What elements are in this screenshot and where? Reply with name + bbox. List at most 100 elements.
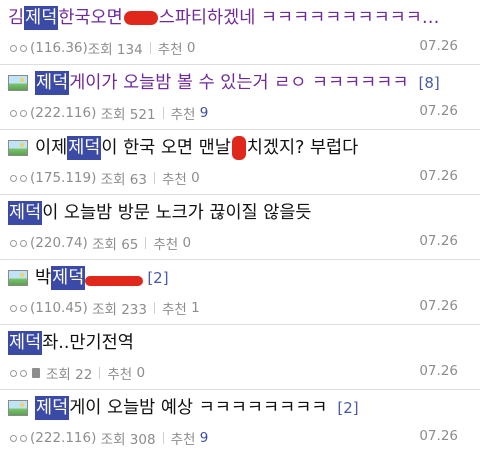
writer-ip: (220.74) — [30, 235, 88, 251]
title-text: 이 오늘밤 방문 노크가 끊이질 않을듯 — [42, 203, 312, 223]
user-icon — [10, 44, 17, 52]
list-item[interactable]: 제덕 좌..만기전역 조회 22 추천 0 07.26 — [0, 325, 480, 390]
title-prefix: 이제 — [35, 138, 68, 158]
title-text: 게이 오늘밤 예상 ㅋㅋㅋㅋㅋㅋㅋㅋ — [69, 398, 328, 418]
recommend-count: 0 — [182, 235, 192, 251]
comment-count[interactable]: [8] — [418, 71, 439, 95]
recommend-label: 추천 — [161, 172, 187, 188]
list-item[interactable]: 제덕 이 오늘밤 방문 노크가 끊이질 않을듯 (220.74) 조회 65 추… — [0, 195, 480, 260]
title-text-end: 스파티하겠네 ㅋㅋㅋㅋㅋㅋㅋㅋㅋㅋ… — [158, 8, 440, 28]
writer-ip: (116.36) — [30, 40, 88, 56]
post-date: 07.26 — [419, 298, 458, 314]
redaction-mark — [85, 276, 144, 286]
post-title[interactable]: 제덕 좌..만기전역 — [8, 331, 134, 355]
image-attachment-icon — [8, 270, 28, 286]
user-icon — [20, 434, 27, 442]
search-highlight: 제덕 — [35, 396, 70, 420]
redaction-mark — [231, 136, 246, 160]
writer-ip: (175.119) — [30, 170, 97, 186]
user-icon — [20, 174, 27, 182]
view-count: 조회 65 — [92, 237, 139, 253]
comment-count[interactable]: [2] — [337, 396, 358, 420]
recommend-label: 추천 — [153, 237, 179, 253]
search-highlight: 제덕 — [51, 266, 86, 290]
post-title[interactable]: 이제 제덕 이 한국 오면 맨날 치겠지? 부럽다 — [8, 136, 358, 160]
list-item[interactable]: 김 제덕 한국오면 스파티하겠네 ㅋㅋㅋㅋㅋㅋㅋㅋㅋㅋ… (116.36) 조회… — [0, 0, 480, 65]
post-date: 07.26 — [419, 363, 458, 379]
post-title[interactable]: 박 제덕 [2] — [8, 266, 169, 290]
recommend-label: 추천 — [161, 302, 187, 318]
list-item[interactable]: 이제 제덕 이 한국 오면 맨날 치겠지? 부럽다 (175.119) 조회 6… — [0, 130, 480, 195]
user-icon — [10, 369, 17, 377]
list-item[interactable]: 박 제덕 [2] (110.45) 조회 233 추천 1 07.26 — [0, 260, 480, 325]
recommend-label: 추천 — [170, 107, 196, 123]
user-icon — [10, 239, 17, 247]
divider — [153, 172, 155, 184]
post-date: 07.26 — [419, 428, 458, 444]
post-list: 김 제덕 한국오면 스파티하겠네 ㅋㅋㅋㅋㅋㅋㅋㅋㅋㅋ… (116.36) 조회… — [0, 0, 480, 456]
recommend-count: 0 — [186, 40, 196, 56]
divider — [99, 367, 101, 379]
view-count: 조회 308 — [100, 432, 156, 448]
title-text: 게이가 오늘밤 볼 수 있는거 ㄹㅇ ㅋㅋㅋㅋㅋㅋ — [69, 73, 409, 93]
recommend-count: 1 — [191, 300, 200, 316]
user-icon — [10, 174, 17, 182]
view-count: 조회 233 — [92, 302, 147, 318]
list-item[interactable]: 제덕 게이가 오늘밤 볼 수 있는거 ㄹㅇ ㅋㅋㅋㅋㅋㅋ [8] (222.11… — [0, 65, 480, 130]
writer-ip: (222.116) — [30, 430, 97, 446]
post-meta: (222.116) 조회 308 추천 9 — [10, 428, 208, 448]
image-attachment-icon — [8, 140, 28, 156]
user-icon — [20, 239, 27, 247]
post-title[interactable]: 제덕 이 오늘밤 방문 노크가 끊이질 않을듯 — [8, 201, 312, 225]
recommend-label: 추천 — [157, 42, 183, 58]
user-icon — [20, 109, 27, 117]
user-icon — [10, 304, 17, 312]
search-highlight: 제덕 — [8, 201, 43, 225]
recommend-count: 0 — [191, 170, 200, 186]
user-icon — [20, 304, 27, 312]
title-prefix: 박 — [35, 268, 52, 288]
post-date: 07.26 — [419, 233, 458, 249]
divider — [162, 107, 164, 119]
post-title[interactable]: 제덕 게이 오늘밤 예상 ㅋㅋㅋㅋㅋㅋㅋㅋ [2] — [8, 396, 359, 420]
post-title[interactable]: 김 제덕 한국오면 스파티하겠네 ㅋㅋㅋㅋㅋㅋㅋㅋㅋㅋ… — [8, 6, 439, 30]
writer-ip: (110.45) — [30, 300, 88, 316]
writer-ip: (222.116) — [30, 105, 97, 121]
user-icon — [10, 434, 17, 442]
recommend-count: 0 — [136, 365, 146, 381]
recommend-label: 추천 — [170, 432, 196, 448]
image-attachment-icon — [8, 400, 28, 416]
post-meta: 조회 22 추천 0 — [10, 363, 145, 383]
divider — [153, 302, 155, 314]
search-highlight: 제덕 — [24, 6, 59, 30]
title-text-end: 치겠지? 부럽다 — [246, 138, 359, 158]
mobile-icon — [32, 368, 40, 378]
comment-count[interactable]: [2] — [147, 266, 168, 290]
post-meta: (110.45) 조회 233 추천 1 — [10, 298, 200, 318]
post-meta: (175.119) 조회 63 추천 0 — [10, 168, 200, 188]
post-title[interactable]: 제덕 게이가 오늘밤 볼 수 있는거 ㄹㅇ ㅋㅋㅋㅋㅋㅋ [8] — [8, 71, 440, 95]
title-prefix: 김 — [8, 8, 25, 28]
user-icon — [20, 369, 27, 377]
title-text: 한국오면 — [58, 8, 123, 28]
post-meta: (220.74) 조회 65 추천 0 — [10, 233, 191, 253]
list-item[interactable]: 제덕 게이 오늘밤 예상 ㅋㅋㅋㅋㅋㅋㅋㅋ [2] (222.116) 조회 3… — [0, 390, 480, 455]
search-highlight: 제덕 — [8, 331, 43, 355]
view-count: 조회 521 — [100, 107, 156, 123]
post-date: 07.26 — [419, 168, 458, 184]
post-meta: (222.116) 조회 521 추천 9 — [10, 103, 208, 123]
divider — [162, 432, 164, 444]
post-date: 07.26 — [419, 38, 458, 54]
title-text: 이 한국 오면 맨날 — [101, 138, 231, 158]
search-highlight: 제덕 — [35, 71, 70, 95]
post-meta: (116.36) 조회 134 추천 0 — [10, 38, 195, 58]
post-date: 07.26 — [419, 103, 458, 119]
user-icon — [10, 109, 17, 117]
recommend-count: 9 — [199, 430, 209, 446]
redaction-mark — [123, 11, 158, 25]
view-count: 조회 22 — [46, 367, 93, 383]
view-count: 조회 134 — [87, 42, 143, 58]
image-attachment-icon — [8, 75, 28, 91]
divider — [149, 42, 151, 54]
search-highlight: 제덕 — [67, 136, 102, 160]
